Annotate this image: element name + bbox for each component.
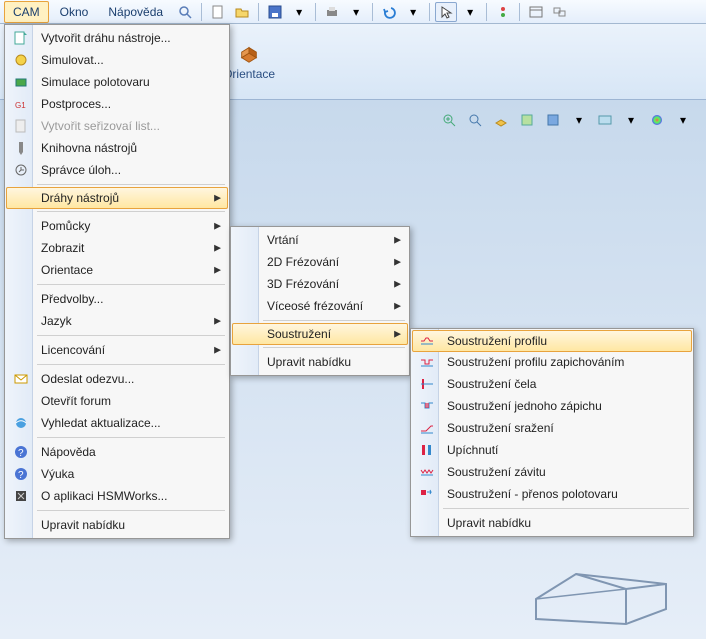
menu-orientation[interactable]: Orientace▶ [7, 259, 227, 281]
svg-text:?: ? [18, 448, 24, 459]
menu-about[interactable]: O aplikaci HSMWorks... [7, 485, 227, 507]
menu-send-feedback[interactable]: Odeslat odezvu... [7, 368, 227, 390]
select-dropdown-icon[interactable]: ▾ [459, 2, 481, 22]
menu-check-updates[interactable]: Vyhledat aktualizace... [7, 412, 227, 434]
undo-icon[interactable] [378, 2, 400, 22]
submenu-3d-milling[interactable]: 3D Frézování▶ [233, 273, 407, 295]
menu-setup-sheet: Vytvořit seřizovaí list... [7, 115, 227, 137]
redo-dropdown-icon[interactable]: ▾ [402, 2, 424, 22]
menu-simulate[interactable]: Simulovat... [7, 49, 227, 71]
toolpaths-submenu: Vrtání▶ 2D Frézování▶ 3D Frézování▶ Více… [230, 226, 410, 376]
turning-stock-transfer[interactable]: Soustružení - přenos polotovaru [413, 483, 691, 505]
cam-menu: Vytvořit dráhu nástroje... Simulovat... … [4, 24, 230, 539]
submenu-customize[interactable]: Upravit nabídku [233, 351, 407, 373]
menu-view[interactable]: Zobrazit▶ [7, 237, 227, 259]
turning-single-groove[interactable]: Soustružení jednoho zápichu [413, 395, 691, 417]
dropdown2-icon[interactable]: ▾ [620, 110, 642, 130]
menu-tutorial[interactable]: ?Výuka [7, 463, 227, 485]
turning-partoff[interactable]: Upíchnutí [413, 439, 691, 461]
save-dropdown-icon[interactable]: ▾ [288, 2, 310, 22]
turning-customize[interactable]: Upravit nabídku [413, 512, 691, 534]
menu-utilities[interactable]: Pomůcky▶ [7, 215, 227, 237]
print-icon[interactable] [321, 2, 343, 22]
svg-text:G1: G1 [15, 101, 26, 110]
turning-thread[interactable]: Soustružení závitu [413, 461, 691, 483]
settings-icon[interactable] [549, 2, 571, 22]
traffic-light-icon[interactable] [492, 2, 514, 22]
zoom-fit-icon[interactable] [464, 110, 486, 130]
window-icon[interactable] [525, 2, 547, 22]
view-cube-icon[interactable] [516, 110, 538, 130]
menu-open-forum[interactable]: Otevřít forum [7, 390, 227, 412]
submenu-2d-milling[interactable]: 2D Frézování▶ [233, 251, 407, 273]
menu-okno[interactable]: Okno [51, 1, 98, 23]
print-dropdown-icon[interactable]: ▾ [345, 2, 367, 22]
ribbon-orientace-label: Orientace [223, 67, 275, 81]
save-icon[interactable] [264, 2, 286, 22]
part-preview [516, 529, 686, 629]
menu-task-manager[interactable]: Správce úloh... [7, 159, 227, 181]
submenu-turning[interactable]: Soustružení▶ [232, 323, 408, 345]
dropdown3-icon[interactable]: ▾ [672, 110, 694, 130]
dropdown-icon[interactable]: ▾ [568, 110, 590, 130]
submenu-drilling[interactable]: Vrtání▶ [233, 229, 407, 251]
svg-text:?: ? [18, 470, 24, 481]
menu-toolpaths[interactable]: Dráhy nástrojů▶ [6, 187, 228, 209]
menu-customize-1[interactable]: Upravit nabídku [7, 514, 227, 536]
menu-napoveda[interactable]: Nápověda [99, 1, 172, 23]
cube-icon[interactable] [490, 110, 512, 130]
select-icon[interactable] [435, 2, 457, 22]
appearance-icon[interactable] [646, 110, 668, 130]
turning-profile-groove[interactable]: Soustružení profilu zapichováním [413, 351, 691, 373]
menu-postprocess[interactable]: G1Postproces... [7, 93, 227, 115]
search-icon[interactable] [174, 2, 196, 22]
submenu-multiaxis[interactable]: Víceosé frézování▶ [233, 295, 407, 317]
open-icon[interactable] [231, 2, 253, 22]
turning-chamfer[interactable]: Soustružení sražení [413, 417, 691, 439]
menu-preferences[interactable]: Předvolby... [7, 288, 227, 310]
zoom-in-icon[interactable] [438, 110, 460, 130]
turning-submenu: Soustružení profilu Soustružení profilu … [410, 328, 694, 537]
menu-language[interactable]: Jazyk▶ [7, 310, 227, 332]
new-icon[interactable] [207, 2, 229, 22]
display-style-icon[interactable] [542, 110, 564, 130]
view-toolbar: ▾ ▾ ▾ [434, 108, 698, 132]
turning-face[interactable]: Soustružení čela [413, 373, 691, 395]
menu-licensing[interactable]: Licencování▶ [7, 339, 227, 361]
menu-tool-library[interactable]: Knihovna nástrojů [7, 137, 227, 159]
turning-profile[interactable]: Soustružení profilu [412, 330, 692, 352]
menubar: CAM Okno Nápověda ▾ ▾ ▾ ▾ [0, 0, 706, 24]
scene-icon[interactable] [594, 110, 616, 130]
menu-create-toolpath[interactable]: Vytvořit dráhu nástroje... [7, 27, 227, 49]
menu-cam[interactable]: CAM [4, 1, 49, 23]
menu-sim-stock[interactable]: Simulace polotovaru [7, 71, 227, 93]
menu-help[interactable]: ?Nápověda [7, 441, 227, 463]
